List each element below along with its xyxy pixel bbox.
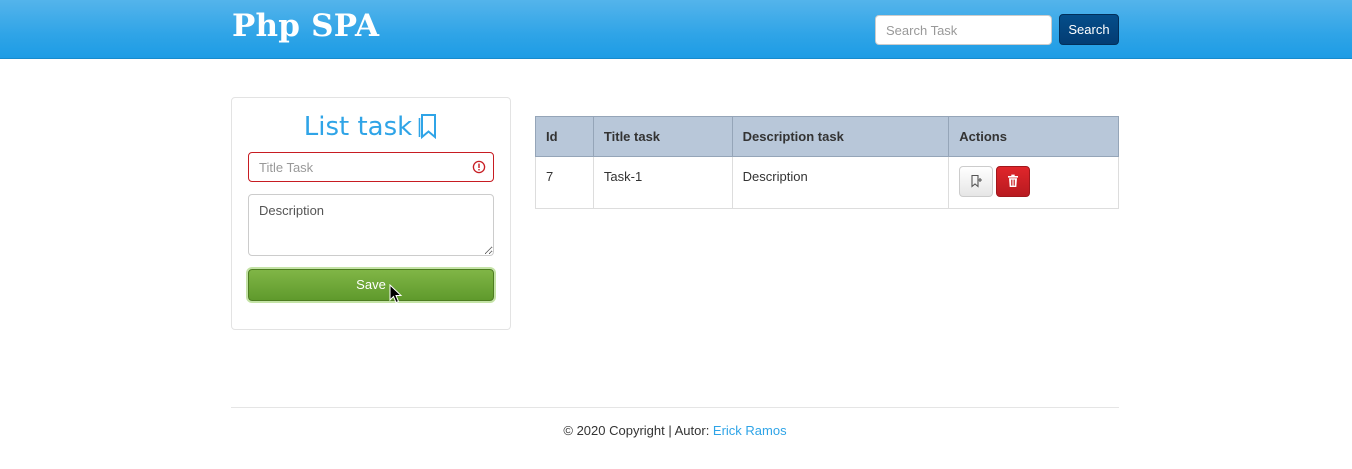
footer-divider (231, 407, 1119, 408)
table-row: 7 Task-1 Description (535, 156, 1119, 209)
author-link[interactable]: Erick Ramos (713, 423, 787, 438)
copyright-text: © 2020 Copyright | Autor: (563, 423, 713, 438)
navbar: Php SPA Search (0, 0, 1352, 59)
edit-button[interactable] (959, 166, 994, 197)
trash-icon (1007, 174, 1019, 191)
task-table: Id Title task Description task Actions 7… (535, 116, 1119, 209)
header-title: Title task (592, 116, 733, 157)
cell-title: Task-1 (592, 156, 733, 209)
mouse-cursor-icon (389, 283, 403, 307)
search-input[interactable] (875, 15, 1052, 45)
header-description: Description task (731, 116, 950, 157)
table-header-row: Id Title task Description task Actions (535, 116, 1119, 157)
title-task-input[interactable] (248, 152, 494, 182)
brand-title[interactable]: Php SPA (232, 8, 379, 44)
save-button[interactable]: Save (248, 269, 494, 301)
form-title: List task (232, 112, 510, 146)
cell-id: 7 (535, 156, 594, 209)
task-form-card: List task Save (231, 97, 511, 330)
warning-icon (472, 160, 486, 174)
bookmark-icon (418, 113, 438, 146)
cell-description: Description (731, 156, 950, 209)
bookmark-plus-icon (969, 174, 983, 191)
cell-actions (948, 156, 1119, 209)
form-title-label: List task (303, 112, 413, 142)
delete-button[interactable] (996, 166, 1031, 197)
search-button[interactable]: Search (1059, 14, 1119, 45)
header-id: Id (535, 116, 594, 157)
description-textarea[interactable] (248, 194, 494, 256)
header-actions: Actions (948, 116, 1119, 157)
footer: © 2020 Copyright | Autor: Erick Ramos (231, 423, 1119, 438)
